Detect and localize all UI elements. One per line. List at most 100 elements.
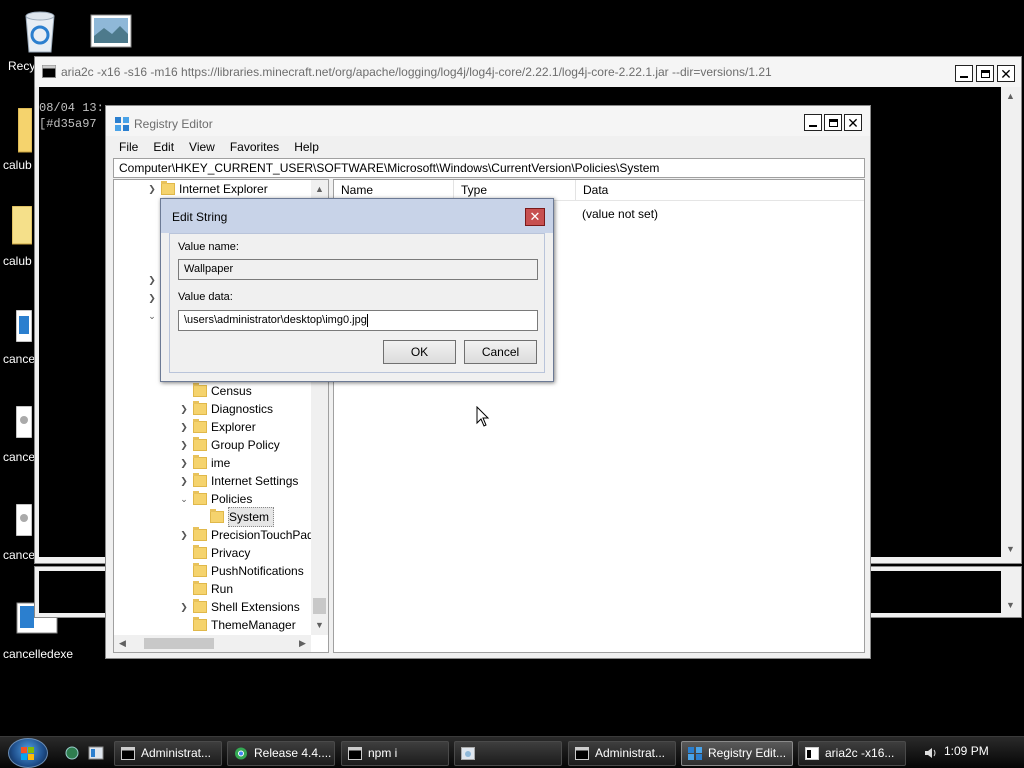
dialog-body: Value name: Wallpaper Value data: \users… — [169, 233, 545, 373]
value-data-field[interactable]: \users\administrator\desktop\img0.jpg — [178, 310, 538, 331]
tree-item-system[interactable]: System — [210, 507, 275, 527]
tree-item-precisiontouchpad[interactable]: ❯ PrecisionTouchPad — [178, 526, 314, 544]
regedit-titlebar[interactable]: Registry Editor ✕ — [106, 106, 870, 136]
scroll-down-icon[interactable]: ▼ — [311, 616, 328, 633]
console-minimize-button[interactable] — [955, 65, 973, 82]
tree-item-thememanager[interactable]: ThemeManager — [178, 616, 296, 634]
tree-item-internet-explorer[interactable]: ❯ Internet Explorer — [146, 180, 268, 198]
value-data: (value not set) — [582, 207, 659, 221]
tree-item-diagnostics[interactable]: ❯ Diagnostics — [178, 400, 273, 418]
value-name-field[interactable]: Wallpaper — [178, 259, 538, 280]
regedit-close-button[interactable]: ✕ — [844, 114, 862, 131]
dialog-titlebar[interactable]: Edit String ✕ — [161, 199, 553, 233]
chevron-right-icon[interactable]: ❯ — [178, 526, 190, 544]
taskbar-button-release[interactable]: Release 4.4.... — [227, 741, 335, 766]
registry-editor-window[interactable]: Registry Editor ✕ File Edit View Favorit… — [105, 105, 871, 659]
cancel-button[interactable]: Cancel — [464, 340, 537, 364]
chevron-down-icon[interactable]: ⌄ — [146, 307, 158, 325]
folder-icon — [193, 527, 207, 541]
chevron-right-icon[interactable]: ❯ — [178, 454, 190, 472]
taskbar-button-registry-editor[interactable]: Registry Edit... — [681, 741, 793, 766]
ok-button[interactable]: OK — [383, 340, 456, 364]
tree-item-census[interactable]: Census — [178, 382, 252, 400]
folder-icon — [193, 437, 207, 451]
taskbar-button-label: Registry Edit... — [708, 746, 787, 760]
menu-file[interactable]: File — [112, 138, 146, 158]
desktop-icon-label: calub — [3, 158, 32, 172]
regedit-minimize-button[interactable] — [804, 114, 822, 131]
folder-icon — [193, 473, 207, 487]
taskbar-clock[interactable]: 1:09 PM — [944, 744, 989, 758]
scroll-down-icon[interactable]: ▼ — [1002, 540, 1019, 557]
scroll-thumb[interactable] — [144, 638, 214, 649]
chevron-right-icon[interactable]: ❯ — [178, 472, 190, 490]
regedit-maximize-button[interactable] — [824, 114, 842, 131]
menu-view[interactable]: View — [182, 138, 223, 158]
tree-item-label: Run — [211, 582, 234, 596]
chevron-right-icon[interactable]: ❯ — [178, 598, 190, 616]
taskbar-button-label: Administrat... — [595, 746, 666, 760]
chevron-right-icon[interactable]: ❯ — [178, 418, 190, 436]
dialog-close-button[interactable]: ✕ — [525, 208, 545, 226]
tree-item-group-policy[interactable]: ❯ Group Policy — [178, 436, 280, 454]
tree-item-run[interactable]: Run — [178, 580, 233, 598]
console-scrollbar[interactable]: ▼ — [1002, 571, 1019, 613]
console-titlebar[interactable]: aria2c -x16 -s16 -m16 https://libraries.… — [35, 57, 1021, 87]
tree-item-label: Shell Extensions — [211, 600, 300, 614]
chevron-right-icon[interactable]: ❯ — [178, 400, 190, 418]
edit-string-dialog[interactable]: Edit String ✕ Value name: Wallpaper Valu… — [160, 198, 554, 382]
tree-item-policies[interactable]: ⌄ Policies — [178, 490, 252, 508]
chevron-right-icon[interactable]: ❯ — [146, 180, 158, 198]
start-button[interactable] — [8, 738, 48, 768]
chevron-down-icon[interactable]: ⌄ — [178, 490, 190, 508]
chevron-right-icon[interactable]: ❯ — [146, 289, 158, 307]
taskbar-button-image-viewer[interactable] — [454, 741, 562, 766]
tree-item-ime[interactable]: ❯ ime — [178, 454, 230, 472]
tree-item-pushnotifications[interactable]: PushNotifications — [178, 562, 304, 580]
console-scrollbar[interactable]: ▲ ▼ — [1002, 87, 1019, 557]
taskbar-button-aria2c[interactable]: aria2c -x16... — [798, 741, 906, 766]
column-header-type[interactable]: Type — [454, 180, 576, 200]
chevron-right-icon[interactable]: ❯ — [178, 436, 190, 454]
regedit-icon — [688, 747, 702, 760]
desktop-icon-label: cance — [3, 352, 36, 366]
landscape-photo-icon — [90, 14, 132, 48]
recycle-bin-icon — [25, 11, 55, 53]
tree-horizontal-scrollbar[interactable]: ◀ ▶ — [114, 635, 311, 652]
desktop-icon-photo[interactable] — [90, 14, 150, 54]
application-icon — [16, 504, 32, 536]
console-maximize-button[interactable] — [976, 65, 994, 82]
tree-item-explorer[interactable]: ❯ Explorer — [178, 418, 256, 436]
menu-help[interactable]: Help — [287, 138, 327, 158]
tree-item-internet-settings[interactable]: ❯ Internet Settings — [178, 472, 298, 490]
scroll-down-icon[interactable]: ▼ — [1002, 596, 1019, 613]
show-desktop-icon[interactable] — [88, 745, 104, 761]
column-header-name[interactable]: Name — [334, 180, 454, 200]
address-bar[interactable]: Computer\HKEY_CURRENT_USER\SOFTWARE\Micr… — [113, 158, 865, 178]
scroll-left-icon[interactable]: ◀ — [114, 635, 131, 652]
folder-icon — [193, 383, 207, 397]
menu-favorites[interactable]: Favorites — [223, 138, 287, 158]
tree-item-label: System — [228, 507, 275, 527]
taskbar-button-administrator-2[interactable]: Administrat... — [568, 741, 676, 766]
chevron-right-icon[interactable]: ❯ — [146, 271, 158, 289]
scroll-right-icon[interactable]: ▶ — [294, 635, 311, 652]
taskbar-button-label: Release 4.4.... — [254, 746, 332, 760]
folder-icon — [193, 491, 207, 505]
mouse-pointer-icon — [476, 406, 490, 427]
volume-icon[interactable] — [924, 746, 938, 760]
taskbar-button-label: aria2c -x16... — [825, 746, 895, 760]
console-close-button[interactable]: ✕ — [997, 65, 1015, 82]
taskbar-button-administrator-1[interactable]: Administrat... — [114, 741, 222, 766]
menu-edit[interactable]: Edit — [146, 138, 182, 158]
tree-item-privacy[interactable]: Privacy — [178, 544, 250, 562]
quicklaunch-icon[interactable] — [64, 745, 80, 761]
taskbar-button-npm[interactable]: npm i — [341, 741, 449, 766]
column-header-data[interactable]: Data — [576, 180, 864, 200]
scroll-up-icon[interactable]: ▲ — [1002, 87, 1019, 104]
tree-item-shell-extensions[interactable]: ❯ Shell Extensions — [178, 598, 300, 616]
scroll-thumb[interactable] — [313, 598, 326, 614]
scroll-up-icon[interactable]: ▲ — [311, 180, 328, 197]
